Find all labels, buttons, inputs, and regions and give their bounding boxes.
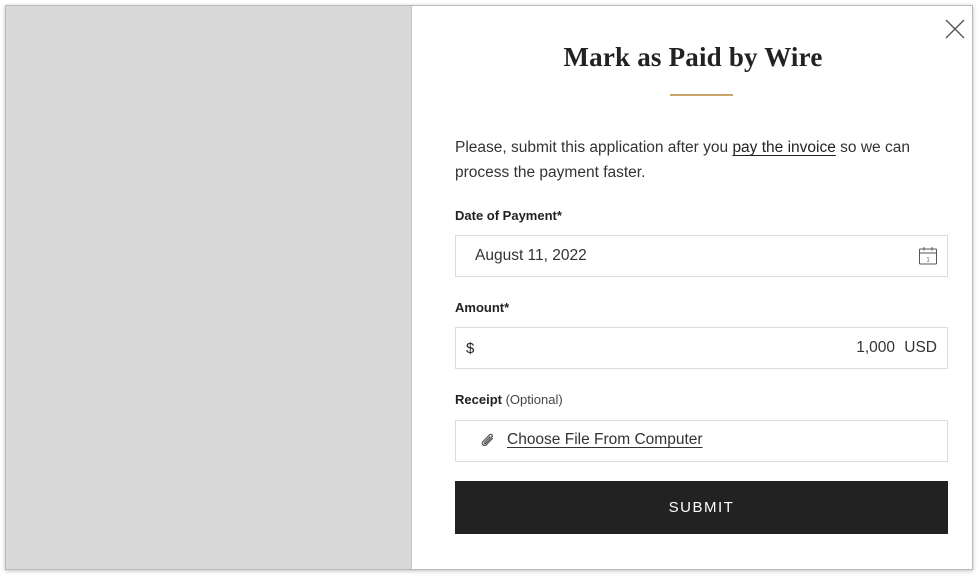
pay-invoice-link[interactable]: pay the invoice [732, 139, 835, 156]
calendar-icon-day: 1 [926, 258, 930, 264]
modal-backdrop[interactable] [6, 6, 411, 569]
calendar-button[interactable]: 1 [918, 246, 938, 266]
submit-button[interactable]: SUBMIT [455, 481, 948, 534]
currency-code: USD [904, 339, 937, 356]
choose-file-button[interactable]: Choose File From Computer [455, 420, 948, 462]
amount-field[interactable]: $ 1,000 USD [455, 327, 948, 369]
date-of-payment-field[interactable]: August 11, 2022 1 [455, 235, 948, 277]
intro-text: Please, submit this application after yo… [455, 135, 945, 185]
paperclip-icon [479, 432, 497, 450]
receipt-label-text: Receipt [455, 392, 502, 407]
intro-text-start: Please, submit this application after yo… [455, 139, 733, 156]
receipt-label: Receipt (Optional) [455, 392, 563, 407]
amount-value: 1,000 [856, 339, 895, 356]
currency-symbol: $ [466, 340, 475, 357]
close-button[interactable] [944, 18, 966, 40]
app-window: Mark as Paid by Wire Please, submit this… [5, 5, 973, 570]
modal-title: Mark as Paid by Wire [563, 42, 823, 72]
calendar-icon: 1 [919, 247, 937, 265]
mark-paid-drawer: Mark as Paid by Wire Please, submit this… [411, 6, 972, 569]
date-of-payment-label: Date of Payment* [455, 208, 562, 223]
date-value: August 11, 2022 [475, 247, 587, 264]
amount-label: Amount* [455, 300, 510, 315]
receipt-optional-text: (Optional) [505, 392, 563, 407]
choose-file-link[interactable]: Choose File From Computer [507, 431, 703, 449]
close-icon [945, 19, 965, 39]
title-divider [670, 94, 733, 96]
